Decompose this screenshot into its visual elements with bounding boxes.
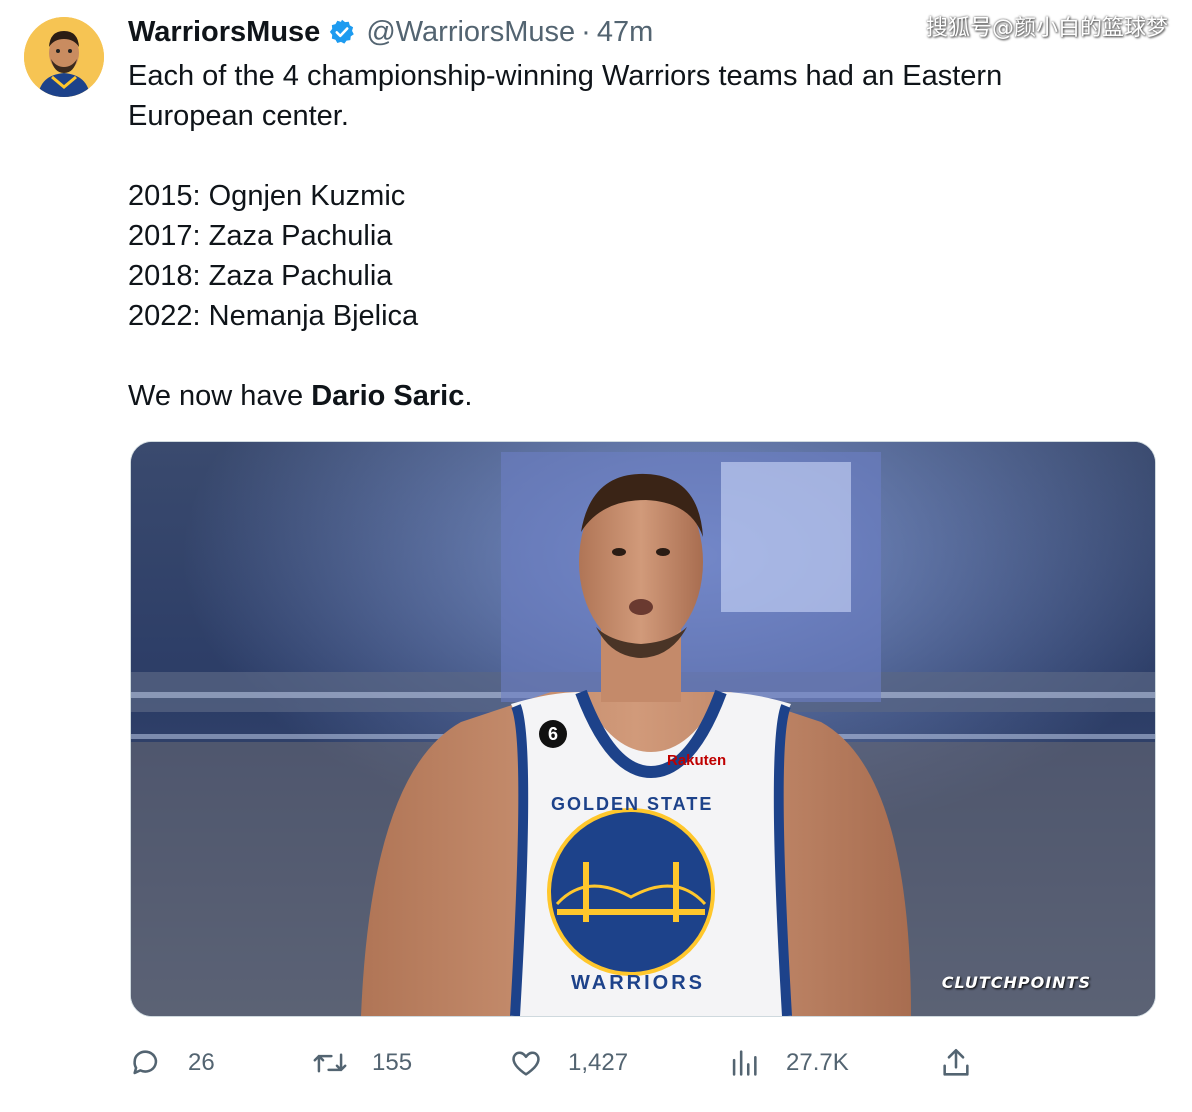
- author-handle[interactable]: @WarriorsMuse: [366, 16, 575, 49]
- retweet-button[interactable]: 155: [312, 1040, 412, 1086]
- share-button[interactable]: [938, 1040, 974, 1086]
- tweet-actions: 26 155 1,427 27.7K: [128, 1040, 1008, 1086]
- like-button[interactable]: 1,427: [508, 1040, 628, 1086]
- tweet-text: Each of the 4 championship-winning Warri…: [128, 56, 1128, 416]
- views-button[interactable]: 27.7K: [726, 1040, 849, 1086]
- separator-dot: ·: [581, 15, 591, 48]
- closing-suffix: .: [464, 380, 473, 412]
- tweet-media-image[interactable]: 6 Rakuten GOLDEN STATE WARRIORS CLUTCHPO…: [130, 441, 1156, 1017]
- tweet: WarriorsMuse @WarriorsMuse · 47m 搜狐号@颜小白…: [0, 0, 1192, 1112]
- verified-badge-icon: [328, 18, 356, 46]
- share-icon: [938, 1045, 974, 1081]
- jersey-text-top: GOLDEN STATE: [551, 794, 714, 814]
- reply-icon: [128, 1045, 164, 1081]
- jersey-text-bottom: WARRIORS: [571, 972, 705, 994]
- views-count: 27.7K: [786, 1049, 849, 1076]
- watermark: 搜狐号@颜小白的篮球梦: [925, 16, 1168, 41]
- jersey-sponsor: Rakuten: [667, 752, 727, 769]
- closing-prefix: We now have: [128, 380, 312, 412]
- reply-count: 26: [188, 1049, 215, 1076]
- like-icon: [508, 1045, 544, 1081]
- tweet-timestamp[interactable]: 47m: [597, 16, 653, 49]
- list-item: 2015: Ognjen Kuzmic: [128, 180, 406, 212]
- tweet-header: WarriorsMuse @WarriorsMuse · 47m: [128, 10, 653, 54]
- list-item: 2018: Zaza Pachulia: [128, 260, 393, 292]
- tweet-intro: Each of the 4 championship-winning Warri…: [128, 60, 1003, 132]
- list-item: 2022: Nemanja Bjelica: [128, 300, 419, 332]
- like-count: 1,427: [568, 1049, 629, 1076]
- retweet-icon: [312, 1045, 348, 1081]
- list-item: 2017: Zaza Pachulia: [128, 220, 393, 252]
- reply-button[interactable]: 26: [128, 1040, 215, 1086]
- author-avatar[interactable]: [24, 17, 104, 97]
- author-display-name[interactable]: WarriorsMuse: [128, 16, 320, 49]
- jersey-number: 6: [539, 720, 567, 748]
- tweet-closing: We now have Dario Saric.: [128, 376, 1128, 416]
- player-name: Dario Saric: [311, 380, 465, 412]
- image-credit: CLUTCHPOINTS: [941, 973, 1091, 992]
- retweet-count: 155: [372, 1049, 413, 1076]
- views-icon: [726, 1045, 762, 1081]
